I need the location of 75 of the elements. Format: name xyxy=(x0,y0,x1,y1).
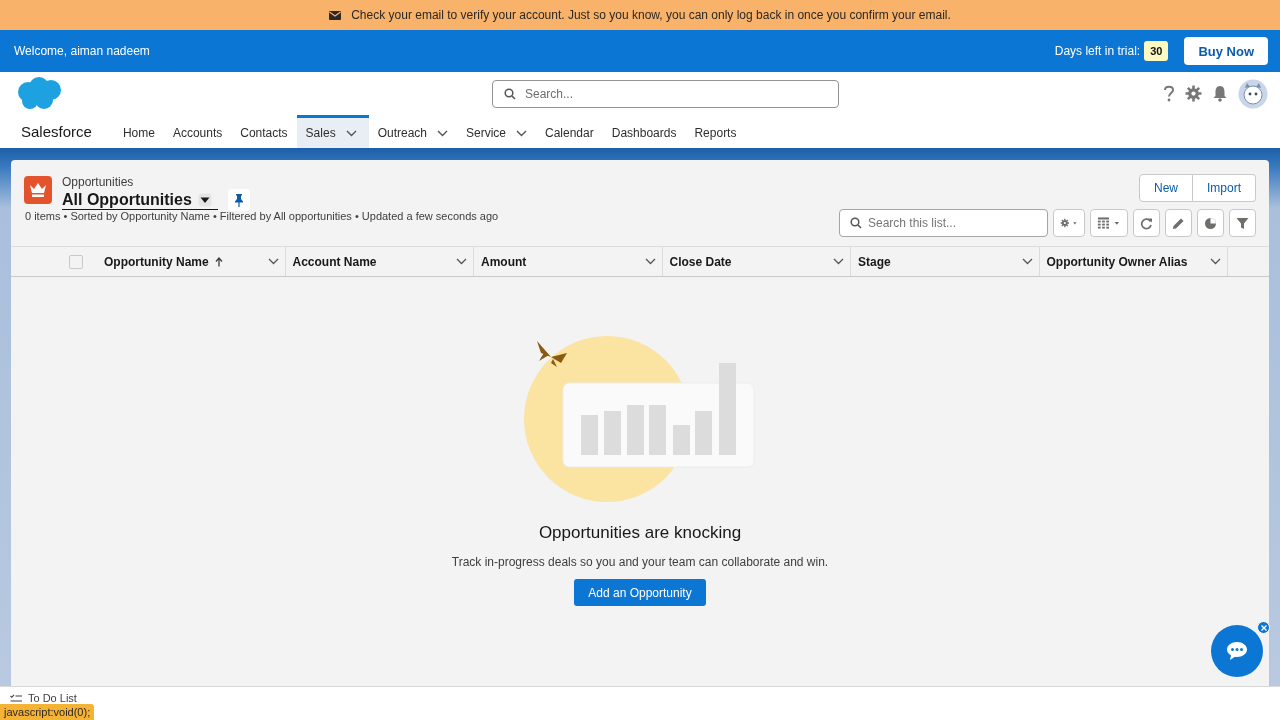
chevron-down-icon[interactable] xyxy=(1021,258,1033,265)
chevron-down-icon[interactable] xyxy=(833,258,844,265)
column-header[interactable]: Close Date xyxy=(662,247,851,276)
refresh-button[interactable] xyxy=(1133,209,1160,237)
chart-button[interactable] xyxy=(1197,209,1224,237)
illustration-bar xyxy=(649,405,666,455)
nav-tab[interactable]: Outreach xyxy=(368,115,457,148)
column-header[interactable]: Account Name xyxy=(285,247,474,276)
nav-tab[interactable]: Dashboards xyxy=(602,115,686,148)
app-name: Salesforce xyxy=(21,123,92,140)
empty-state-message: Track in-progress deals so you and your team can collaborate and win. xyxy=(451,555,829,569)
chevron-down-icon[interactable] xyxy=(437,129,448,137)
user-avatar[interactable] xyxy=(1238,78,1268,109)
column-header[interactable]: Stage xyxy=(851,247,1040,276)
help-icon[interactable] xyxy=(1163,85,1175,102)
notification-bell-icon[interactable] xyxy=(1212,85,1228,102)
nav-tab[interactable]: Accounts xyxy=(163,115,232,148)
nav-tab[interactable]: Reports xyxy=(685,115,746,148)
chevron-down-icon[interactable] xyxy=(1210,258,1221,265)
chevron-down-icon[interactable] xyxy=(456,258,467,265)
column-header[interactable]: Opportunity Owner Alias xyxy=(1039,247,1228,276)
global-search-field[interactable]: Search... xyxy=(492,79,839,108)
action-button[interactable]: New xyxy=(1138,174,1193,202)
object-label: Opportunities xyxy=(62,175,135,189)
settings-menu-button[interactable] xyxy=(1053,209,1085,237)
verify-email-message: Check your email to verify your account. Just so you know, you can only log back in once you confirm your email. xyxy=(351,8,951,22)
select-all-checkbox[interactable] xyxy=(69,254,83,269)
nav-tab[interactable]: Sales xyxy=(296,115,369,148)
column-header[interactable]: Amount xyxy=(474,247,663,276)
add-opportunity-button[interactable]: Add an Opportunity xyxy=(574,579,706,606)
table-icon xyxy=(1097,216,1121,230)
illustration-bar xyxy=(695,411,712,455)
nav-tab[interactable]: Contacts xyxy=(231,115,297,148)
trial-days-label: Days left in trial: xyxy=(1054,44,1141,58)
chevron-down-icon[interactable] xyxy=(516,129,527,137)
pie-chart-icon xyxy=(1204,216,1217,230)
welcome-text: Welcome, aiman nadeem xyxy=(14,44,150,58)
pencil-icon xyxy=(1172,216,1185,230)
settings-icon[interactable] xyxy=(1185,85,1202,102)
list-summary-text: 0 items • Sorted by Opportunity Name • Filtered by All opportunities • Updated a few seconds ago xyxy=(25,210,499,222)
chevron-down-icon[interactable] xyxy=(345,129,357,137)
butterfly-icon xyxy=(537,341,567,367)
nav-tab[interactable]: Calendar xyxy=(536,115,603,148)
gear-icon xyxy=(1060,216,1078,230)
edit-button[interactable] xyxy=(1165,209,1192,237)
search-icon xyxy=(504,87,516,100)
chevron-down-icon[interactable] xyxy=(644,258,656,265)
close-icon xyxy=(1260,624,1267,631)
illustration-bar xyxy=(627,405,644,455)
buy-now-button[interactable]: Buy Now xyxy=(1184,37,1268,65)
illustration-bar xyxy=(604,411,621,455)
illustration-bar xyxy=(581,415,598,455)
nav-tab[interactable]: Service xyxy=(457,115,536,148)
link-status-tooltip: javascript:void(0); xyxy=(0,704,95,720)
trial-days-count: 30 xyxy=(1144,41,1169,61)
list-view-picker[interactable]: All Opportunities xyxy=(62,190,218,210)
nav-tab[interactable]: Home xyxy=(113,115,164,148)
empty-state-heading: Opportunities are knocking xyxy=(538,523,742,543)
checklist-icon xyxy=(10,693,22,703)
filter-button[interactable] xyxy=(1229,209,1256,237)
action-button[interactable]: Import xyxy=(1193,174,1256,202)
list-search-field[interactable]: Search this list... xyxy=(839,209,1048,237)
pin-icon xyxy=(234,193,243,207)
table-display-button[interactable] xyxy=(1090,209,1128,237)
crown-icon xyxy=(24,176,52,204)
chat-bubble-icon xyxy=(1226,641,1248,661)
column-header[interactable]: Opportunity Name xyxy=(97,247,286,276)
pin-button[interactable] xyxy=(227,189,250,211)
chevron-down-icon[interactable] xyxy=(267,258,279,265)
filter-icon xyxy=(1236,216,1249,230)
envelope-icon xyxy=(329,10,342,20)
search-icon xyxy=(850,217,862,229)
utility-bar-item[interactable]: To Do List xyxy=(10,692,77,704)
illustration-bar xyxy=(673,425,690,455)
refresh-icon xyxy=(1140,216,1153,230)
